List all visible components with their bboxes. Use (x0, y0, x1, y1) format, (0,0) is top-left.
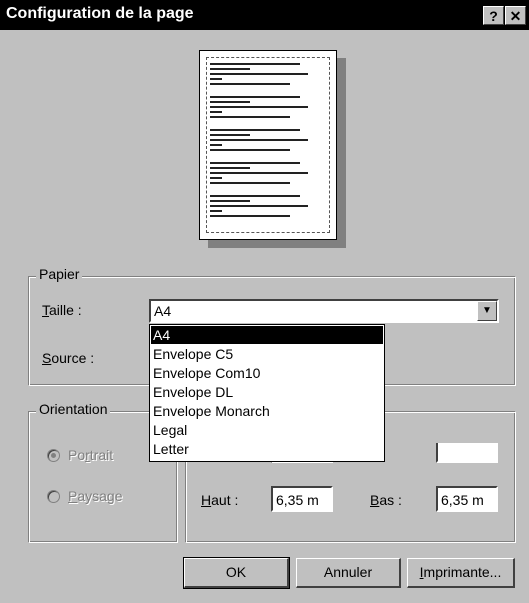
paper-size-dropdown-list[interactable]: A4 Envelope C5 Envelope Com10 Envelope D… (149, 324, 385, 462)
landscape-radio[interactable] (47, 490, 60, 503)
title-bar[interactable]: Configuration de la page ? ✕ (0, 0, 529, 30)
page-preview-icon (199, 50, 337, 240)
top-margin-label: Haut : (201, 492, 239, 508)
dropdown-option[interactable]: Letter (151, 440, 383, 458)
dropdown-option[interactable]: Envelope Com10 (151, 364, 383, 382)
printer-button[interactable]: Imprimante... (407, 558, 515, 588)
preview-text-lines (210, 63, 308, 217)
help-button[interactable]: ? (483, 6, 504, 25)
bottom-margin-label: Bas : (370, 492, 402, 508)
bottom-margin-field[interactable]: 6,35 m (436, 486, 498, 512)
top-margin-field[interactable]: 6,35 m (271, 486, 333, 512)
orientation-group-label: Orientation (36, 401, 111, 417)
dropdown-option[interactable]: Legal (151, 421, 383, 439)
dropdown-option[interactable]: Envelope DL (151, 383, 383, 401)
source-label: Source : (42, 350, 95, 366)
paper-group-label: Papier (36, 266, 83, 282)
ok-button[interactable]: OK (183, 557, 290, 589)
page-setup-dialog: Configuration de la page ? ✕ Papier Tail… (0, 0, 529, 603)
portrait-radio[interactable] (47, 449, 60, 462)
dropdown-option[interactable]: Envelope C5 (151, 345, 383, 363)
paper-size-select[interactable]: A4 ▼ (149, 299, 499, 323)
right-margin-field[interactable] (436, 443, 498, 463)
portrait-label: Portrait (68, 447, 114, 463)
landscape-label: Paysage (68, 488, 123, 504)
size-label: Taille : (42, 302, 82, 318)
chevron-down-icon[interactable]: ▼ (477, 301, 497, 321)
window-title: Configuration de la page (6, 5, 194, 22)
preview-text-area (206, 57, 330, 233)
close-button[interactable]: ✕ (505, 6, 526, 25)
paper-size-value: A4 (154, 303, 172, 319)
cancel-button[interactable]: Annuler (296, 558, 401, 588)
dropdown-option[interactable]: A4 (151, 326, 383, 344)
dropdown-option[interactable]: Envelope Monarch (151, 402, 383, 420)
